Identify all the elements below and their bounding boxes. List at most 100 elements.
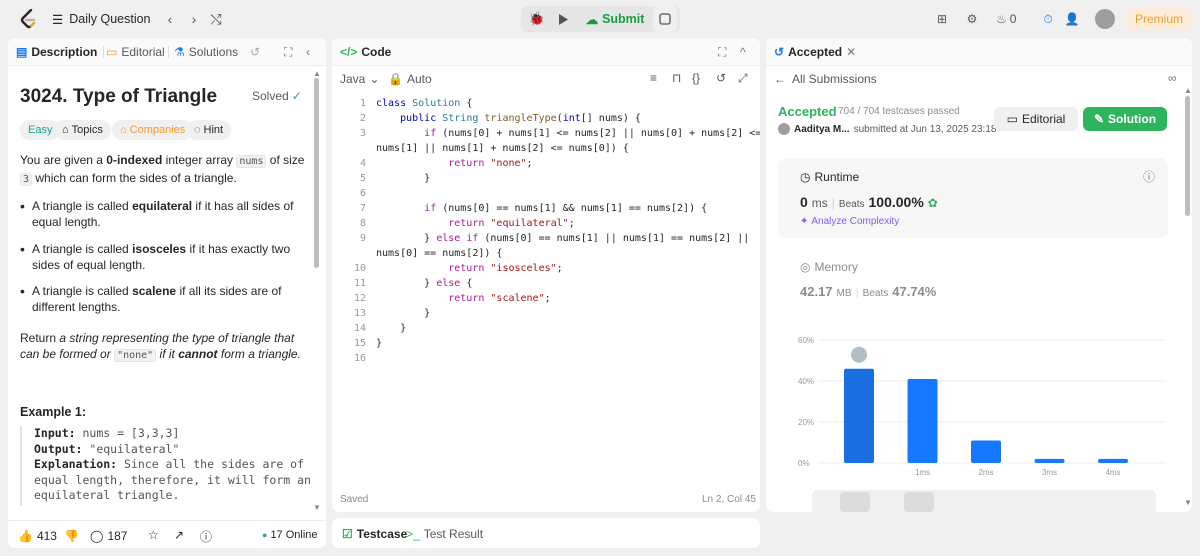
close-icon[interactable]: ✕ [846,45,856,59]
like-button[interactable]: 👍 413 [18,529,57,543]
x-tick-label: 2ms [978,468,993,477]
scrollbar[interactable] [1185,96,1190,216]
format-icon[interactable]: ≡ [650,71,657,85]
language-select[interactable]: Java ⌄ [340,72,379,86]
lightbulb-icon: ◌ [194,124,201,136]
left-tabbar: ▤ Description ▭ Editorial ⚗ Solutions ↺ … [8,38,326,66]
dislike-icon[interactable]: 👎 [64,529,79,543]
arrow-left-icon: ← [774,72,786,86]
maximize-icon[interactable]: ⛶ [718,38,726,66]
debug-icon[interactable]: 🐞 [525,6,549,32]
next-question-icon[interactable]: › [186,10,202,28]
chart-bar[interactable] [907,378,938,463]
help-icon[interactable]: ⓘ [200,528,212,545]
solution-button[interactable]: ✎ Solution [1083,107,1167,131]
tab-testcase[interactable]: ☑ Testcase [342,527,407,541]
lock-icon: 🔒 [388,72,403,86]
problem-description: You are given a 0-indexed integer array … [20,153,305,186]
chart-scroll-area[interactable] [812,490,1156,512]
memory-label[interactable]: ◎ Memory [800,260,858,274]
scroll-up-icon[interactable]: ▲ [1184,86,1192,95]
tab-description[interactable]: ▤ Description [16,38,97,66]
code-icon: </> [340,45,358,59]
braces-icon[interactable]: {} [692,71,700,85]
comments-button[interactable]: ◯ 187 [90,529,127,543]
auto-mode-toggle[interactable]: 🔒 Auto [388,72,432,86]
chart-bar[interactable] [971,440,1001,463]
document-icon: ▤ [16,45,28,59]
tab-accepted[interactable]: ↺ Accepted ✕ [774,38,856,66]
daily-question-link[interactable]: ☰ Daily Question [52,10,151,28]
expand-icon[interactable]: ⛶ [284,38,292,66]
hint-chip[interactable]: ◌ Hint [186,120,232,140]
tab-editorial[interactable]: ▭ Editorial [106,38,165,66]
run-button[interactable] [551,6,575,32]
line-number: 7 [359,203,366,214]
topics-chip[interactable]: ⌂ Topics [54,120,111,140]
comment-icon: ◯ [90,529,104,543]
scrollbar[interactable] [314,78,319,268]
y-tick-label: 60% [798,336,814,345]
settings-gear-icon[interactable]: ⚙ [964,11,980,27]
fullscreen-icon[interactable]: ⤢ [738,71,748,86]
line-number: 10 [353,263,366,274]
line-number: 3 [359,128,366,139]
scroll-down-icon[interactable]: ▼ [1184,498,1192,507]
line-number: 9 [359,233,366,244]
prev-question-icon[interactable]: ‹ [162,10,178,28]
tab-code[interactable]: </> Code [340,38,391,66]
submit-button[interactable]: ☁ Submit [581,6,649,32]
notes-icon[interactable] [653,6,677,32]
tab-separator [103,46,104,58]
flame-icon: ♨ [996,12,1007,26]
chart-bar[interactable] [1034,458,1065,463]
link-icon[interactable]: ∞ [1168,71,1177,85]
code-tabbar: </> Code ⛶ ^ [332,38,760,66]
chart-bar[interactable] [1098,458,1128,463]
collapse-left-icon[interactable]: ‹ [306,38,310,66]
chart-bar[interactable] [844,368,874,463]
runtime-card: ◷ Runtime ⓘ 0 ms | Beats 100.00% ✿ ✦ Anal… [778,158,1168,238]
code-toolbar: Java ⌄ 🔒 Auto ≡ ⊓ {} ↺ ⤢ [332,66,760,90]
tab-test-result[interactable]: >_ Test Result [406,527,483,541]
add-friend-icon[interactable]: 👤 [1064,11,1080,27]
line-number: 5 [359,173,366,184]
shuffle-icon[interactable]: ⤭ [208,10,224,28]
history-icon[interactable]: ↺ [250,38,260,66]
range-handle[interactable] [904,492,934,512]
scroll-down-icon[interactable]: ▼ [313,503,321,512]
reset-icon[interactable]: ↺ [716,71,726,85]
bookmark-icon[interactable]: ⊓ [672,71,681,85]
memory-value: 42.17 MB | Beats 47.74% [800,284,937,299]
info-icon[interactable]: ⓘ [1143,168,1155,185]
x-tick-label: 4ms [1105,468,1120,477]
premium-button[interactable]: Premium [1127,8,1191,30]
user-link[interactable]: Aaditya M... [794,124,850,135]
range-handle[interactable] [840,492,870,512]
layout-icon[interactable]: ⊞ [934,11,950,27]
leetcode-logo-icon[interactable] [18,8,40,30]
x-tick-label: 1ms [915,468,930,477]
companies-chip[interactable]: ⌂ Companies [112,120,194,140]
online-dot-icon: ● [262,530,268,540]
top-bar: ☰ Daily Question ‹ › ⤭ 🐞 ☁ Submit ⊞ ⚙ ♨ … [0,0,1200,38]
line-number: 16 [353,353,366,364]
star-icon[interactable]: ☆ [148,528,159,542]
collapse-icon[interactable]: ^ [740,38,746,66]
avatar [778,123,790,135]
streak-counter[interactable]: ♨ 0 [996,11,1016,27]
analyze-complexity-button[interactable]: ✦ Analyze Complexity [800,216,899,227]
runtime-value: 0 ms | Beats 100.00% ✿ [800,194,938,210]
save-status: Saved [340,494,369,505]
all-submissions-link[interactable]: ← All Submissions [774,72,877,86]
scroll-up-icon[interactable]: ▲ [313,69,321,78]
avatar[interactable] [1095,9,1115,29]
book-icon: ▭ [106,45,118,59]
editorial-button[interactable]: ▭ Editorial [994,107,1078,131]
book-icon: ▭ [1006,112,1018,126]
timer-icon[interactable]: ⏱ [1040,11,1056,27]
share-icon[interactable]: ↗ [174,528,184,542]
tab-solutions[interactable]: ⚗ Solutions [174,38,238,66]
chevron-down-icon: ⌄ [369,72,380,86]
example-block: Input: nums = [3,3,3] Output: "equilater… [20,426,312,506]
